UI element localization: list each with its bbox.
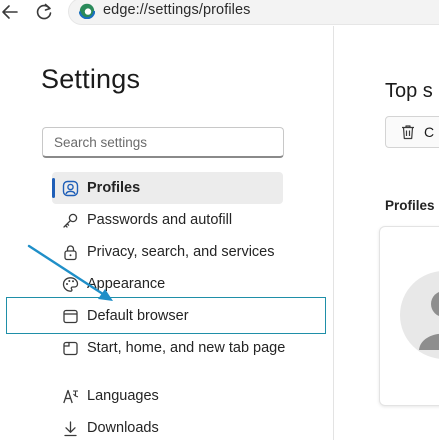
menu-item-languages[interactable]: Languages [52,380,283,412]
panel-divider [333,26,334,440]
search-settings-input[interactable] [42,127,284,158]
address-bar[interactable]: edge://settings/profiles [68,0,439,25]
menu-label: Profiles [87,180,141,196]
selected-indicator [52,178,55,198]
menu-label: Languages [87,388,159,404]
languages-icon [62,388,79,405]
avatar [399,270,439,365]
profiles-section-label: Profiles [385,198,435,213]
menu-label: Start, home, and new tab page [87,340,286,356]
menu-label: Downloads [87,420,159,436]
download-icon [62,420,79,437]
refresh-button[interactable] [33,1,55,23]
lock-icon [62,244,79,261]
refresh-icon [33,1,55,23]
menu-item-passwords[interactable]: Passwords and autofill [52,204,283,236]
profiles-icon [62,180,79,197]
right-panel-title: Top s [385,80,433,102]
key-icon [62,212,79,229]
trash-icon [400,124,416,145]
back-button[interactable] [0,1,22,23]
menu-item-appearance[interactable]: Appearance [52,268,283,300]
settings-title: Settings [41,64,141,94]
back-arrow-icon [0,1,22,23]
menu-label: Appearance [87,276,166,292]
right-panel-button[interactable]: C [385,116,439,148]
browser-window: edge://settings/profiles Settings Profil… [0,0,439,440]
menu-item-privacy[interactable]: Privacy, search, and services [52,236,283,268]
menu-label: Privacy, search, and services [87,244,275,260]
highlight-box [6,297,326,334]
menu-label: Passwords and autofill [87,212,233,228]
address-url: edge://settings/profiles [103,2,251,18]
edge-logo-icon [78,2,96,20]
menu-item-downloads[interactable]: Downloads [52,412,283,440]
menu-item-profiles[interactable]: Profiles [52,172,283,204]
menu-item-start-home[interactable]: Start, home, and new tab page [52,332,286,364]
palette-icon [62,276,79,293]
top-bar: edge://settings/profiles [0,0,439,26]
right-button-label: C [424,124,435,140]
home-tab-icon [62,340,79,357]
